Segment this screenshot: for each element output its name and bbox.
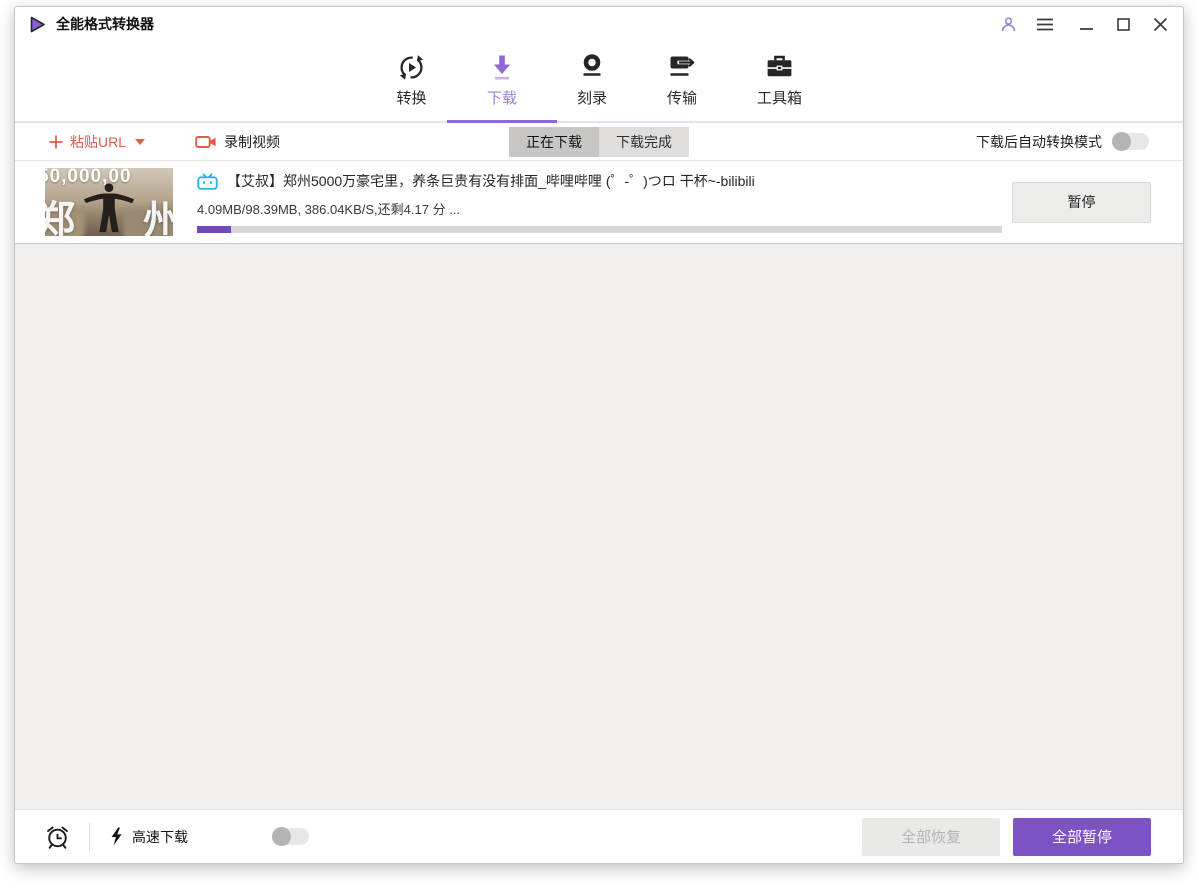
record-video-button[interactable]: 录制视频 (195, 132, 280, 152)
toolbox-icon (764, 50, 795, 84)
footer-bar: 高速下载 全部恢复 全部暂停 (15, 809, 1183, 863)
tab-convert[interactable]: 转换 (396, 41, 427, 121)
close-icon[interactable] (1151, 15, 1169, 33)
tab-transfer-label: 传输 (667, 90, 698, 107)
filter-tab-completed[interactable]: 下载完成 (599, 126, 689, 157)
download-list-empty-area (15, 244, 1183, 809)
tab-toolbox-label: 工具箱 (757, 90, 803, 107)
minimize-icon[interactable] (1077, 15, 1095, 33)
camera-icon (195, 134, 217, 150)
progress-bar-fill (197, 226, 231, 233)
resume-all-button[interactable]: 全部恢复 (862, 817, 1000, 856)
app-logo-icon (29, 16, 46, 33)
pause-all-button[interactable]: 全部暂停 (1013, 817, 1151, 856)
auto-convert-control: 下载后自动转换模式 (976, 132, 1149, 152)
tab-burn-label: 刻录 (576, 90, 607, 107)
menu-icon[interactable] (1036, 15, 1054, 33)
tab-convert-label: 转换 (396, 90, 427, 107)
video-thumbnail: 50,000,00 郑 州 (45, 168, 173, 236)
caret-down-icon[interactable] (135, 138, 146, 145)
footer-actions: 全部恢复 全部暂停 (862, 817, 1151, 856)
download-item-row: 50,000,00 郑 州 【艾叔】郑州5000万豪宅里，养条巨贵有没有排面_哔… (15, 161, 1183, 244)
download-info: 【艾叔】郑州5000万豪宅里，养条巨贵有没有排面_哔哩哔哩 (゜-゜)つロ 干杯… (197, 171, 1002, 233)
record-video-label: 录制视频 (224, 133, 281, 150)
toggle-knob (272, 827, 291, 846)
download-toolbar: 粘贴URL 录制视频 正在下载 下载完成 下载后自动转换模式 (15, 123, 1183, 161)
transfer-icon (667, 50, 697, 84)
auto-convert-toggle[interactable] (1112, 132, 1149, 151)
titlebar: 全能格式转换器 (15, 7, 1183, 41)
pause-item-button[interactable]: 暂停 (1012, 181, 1151, 223)
account-icon[interactable] (999, 15, 1017, 33)
bilibili-tv-icon (197, 172, 218, 190)
burn-icon (577, 50, 607, 84)
download-icon (487, 50, 517, 84)
thumbnail-char-right: 州 (143, 188, 173, 236)
tab-burn[interactable]: 刻录 (577, 41, 607, 121)
maximize-icon[interactable] (1114, 15, 1132, 33)
window-controls (999, 15, 1169, 33)
app-window: 全能格式转换器 转换 下载 刻录 传输 工具箱 粘贴URL 录制视频 正在下载 … (14, 6, 1184, 864)
paste-url-button[interactable]: 粘贴URL (49, 132, 146, 152)
progress-bar (197, 226, 1002, 233)
plus-icon (49, 135, 63, 149)
filter-tab-downloading[interactable]: 正在下载 (509, 126, 599, 157)
app-title: 全能格式转换器 (56, 16, 154, 32)
lightning-icon (109, 827, 123, 846)
download-filter-tabs: 正在下载 下载完成 (509, 126, 689, 157)
download-stats: 4.09MB/98.39MB, 386.04KB/S,还剩4.17 分 ... (197, 202, 461, 217)
footer-divider (89, 822, 90, 851)
toggle-knob (1112, 132, 1131, 151)
thumbnail-price-text: 50,000,00 (45, 168, 132, 187)
tab-toolbox[interactable]: 工具箱 (757, 41, 802, 121)
high-speed-toggle[interactable] (272, 827, 309, 846)
tab-download[interactable]: 下载 (487, 41, 517, 121)
high-speed-label: 高速下载 (132, 828, 188, 845)
tab-download-label: 下载 (486, 90, 517, 107)
high-speed-control: 高速下载 (109, 827, 188, 847)
tab-transfer[interactable]: 传输 (667, 41, 697, 121)
convert-icon (396, 50, 427, 84)
paste-url-label: 粘贴URL (70, 133, 127, 150)
alarm-clock-icon[interactable] (45, 824, 70, 850)
thumbnail-person-silhouette (83, 183, 135, 233)
thumbnail-char-left: 郑 (45, 188, 75, 236)
auto-convert-label: 下载后自动转换模式 (976, 133, 1102, 150)
download-item-title: 【艾叔】郑州5000万豪宅里，养条巨贵有没有排面_哔哩哔哩 (゜-゜)つロ 干杯… (227, 173, 755, 189)
main-nav: 转换 下载 刻录 传输 工具箱 (15, 41, 1183, 123)
